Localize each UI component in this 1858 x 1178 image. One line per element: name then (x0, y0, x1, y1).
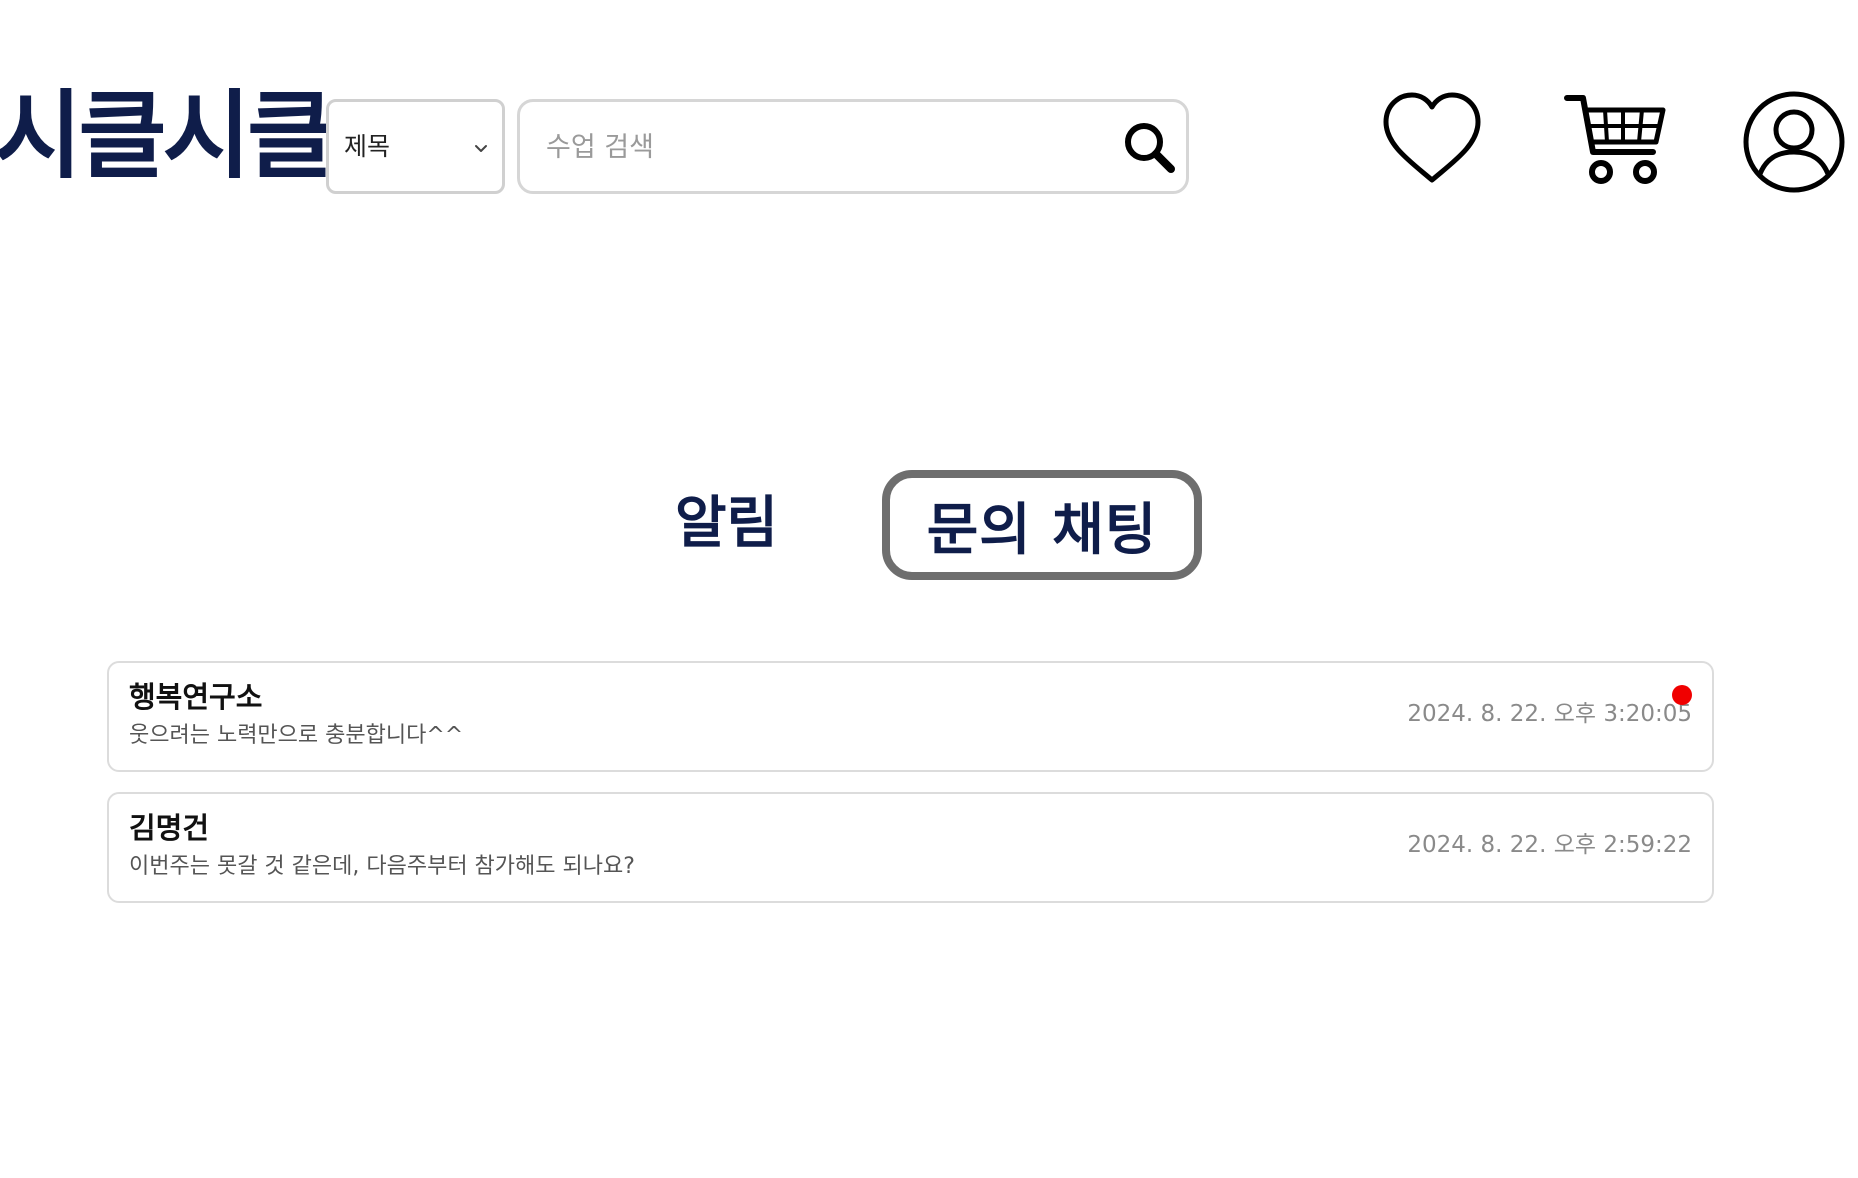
chat-list-item[interactable]: 김명건 이번주는 못갈 것 같은데, 다음주부터 참가해도 되나요? 2024.… (107, 792, 1714, 903)
search-type-select[interactable]: 제목 (326, 99, 505, 194)
chat-timestamp: 2024. 8. 22. 오후 3:20:05 (1407, 701, 1692, 727)
tab-inquiry-chat[interactable]: 문의 채팅 (882, 470, 1202, 580)
tab-inquiry-chat-label: 문의 채팅 (926, 497, 1158, 563)
chat-last-message: 이번주는 못갈 것 같은데, 다음주부터 참가해도 되나요? (129, 854, 635, 879)
chevron-down-icon (475, 145, 487, 152)
chat-timestamp: 2024. 8. 22. 오후 2:59:22 (1407, 832, 1692, 858)
chat-sender-name: 김명건 (129, 811, 210, 845)
heart-icon[interactable] (1381, 90, 1483, 190)
search-box (517, 99, 1189, 194)
chat-sender-name: 행복연구소 (129, 680, 263, 714)
chat-last-message: 웃으려는 노력만으로 충분합니다^^ (129, 723, 464, 748)
chat-list-item[interactable]: 행복연구소 웃으려는 노력만으로 충분합니다^^ 2024. 8. 22. 오후… (107, 661, 1714, 772)
tab-alerts[interactable]: 알림 (675, 489, 778, 559)
cart-icon[interactable] (1563, 90, 1667, 190)
user-icon[interactable] (1742, 90, 1846, 194)
unread-indicator-dot (1672, 685, 1692, 705)
search-icon[interactable] (1118, 116, 1180, 178)
page: 시클시클 제목 알림 문의 채팅 (0, 0, 1858, 1178)
site-logo[interactable]: 시클시클 (0, 86, 335, 186)
search-input[interactable] (546, 124, 1086, 170)
search-type-value: 제목 (344, 132, 391, 161)
